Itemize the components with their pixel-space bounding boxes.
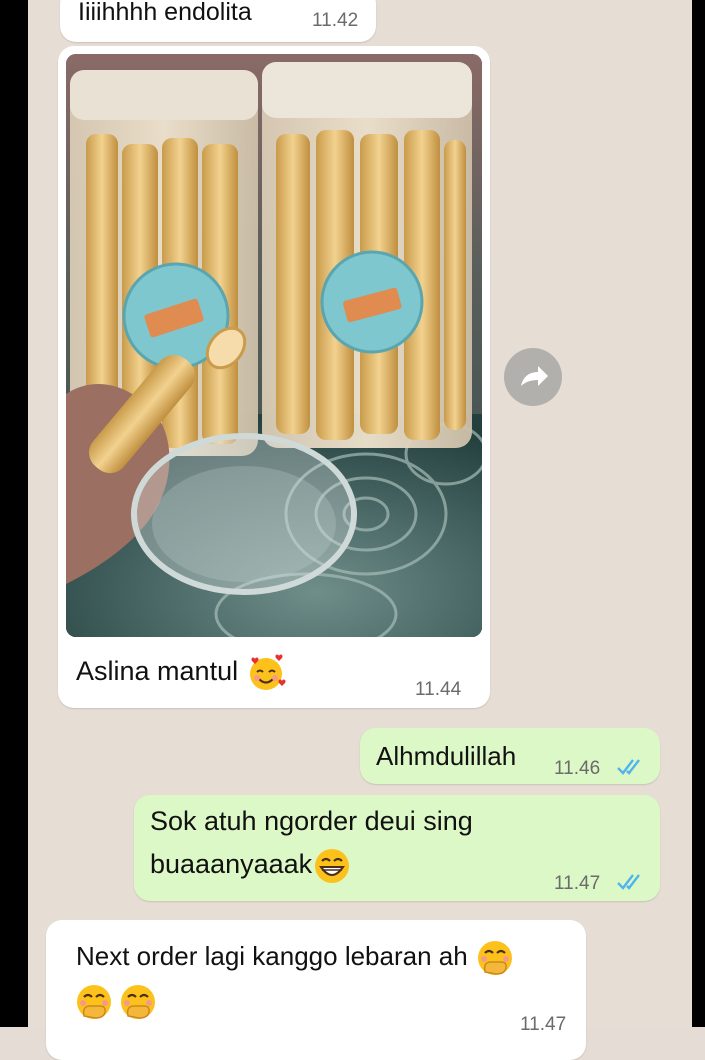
message-bubble-incoming[interactable]: Iiiihhhh endolita 11.42 (60, 0, 376, 42)
emoji-row (74, 982, 158, 1022)
message-text: Alhmdulillah (376, 741, 517, 771)
message-text: Next order lagi kanggo lebaran ah (76, 941, 468, 971)
smiling-face-with-hearts-icon (249, 654, 286, 690)
screen-edge-left (0, 0, 28, 1027)
message-text: buaaanyaaak (150, 849, 313, 879)
grinning-face-with-smiling-eyes-icon (315, 848, 350, 883)
hand-over-mouth-face-icon (477, 941, 512, 976)
read-receipt-icon (617, 874, 640, 890)
message-time: 11.47 (520, 1014, 567, 1035)
message-time: 11.44 (415, 679, 462, 700)
forward-arrow-icon (521, 366, 548, 386)
message-time: 11.46 (554, 758, 601, 779)
message-time: 11.42 (312, 10, 359, 31)
message-text: Iiiihhhh endolita (78, 0, 252, 26)
message-text-line: Sok atuh ngorder deui sing (150, 806, 473, 836)
forward-button[interactable] (504, 348, 562, 406)
message-bubble-outgoing[interactable]: Alhmdulillah 11.46 (360, 728, 660, 784)
photo-caption-text: Aslina mantul (76, 656, 239, 686)
message-bubble-incoming[interactable]: Next order lagi kanggo lebaran ah 11.47 (46, 920, 586, 1060)
message-text-line: buaaanyaaak (150, 844, 352, 886)
hand-over-mouth-face-icon (77, 985, 111, 1019)
screen-edge-right (692, 0, 705, 1027)
message-bubble-outgoing[interactable]: Sok atuh ngorder deui sing buaaanyaaak 1… (134, 795, 660, 901)
photo-image (66, 54, 482, 637)
hand-over-mouth-face-icon (121, 985, 155, 1019)
photo-attachment[interactable] (66, 54, 482, 637)
message-time: 11.47 (554, 873, 601, 894)
read-receipt-icon (617, 759, 640, 775)
photo-caption: Aslina mantul (76, 651, 286, 693)
message-text-line: Next order lagi kanggo lebaran ah (76, 936, 515, 978)
